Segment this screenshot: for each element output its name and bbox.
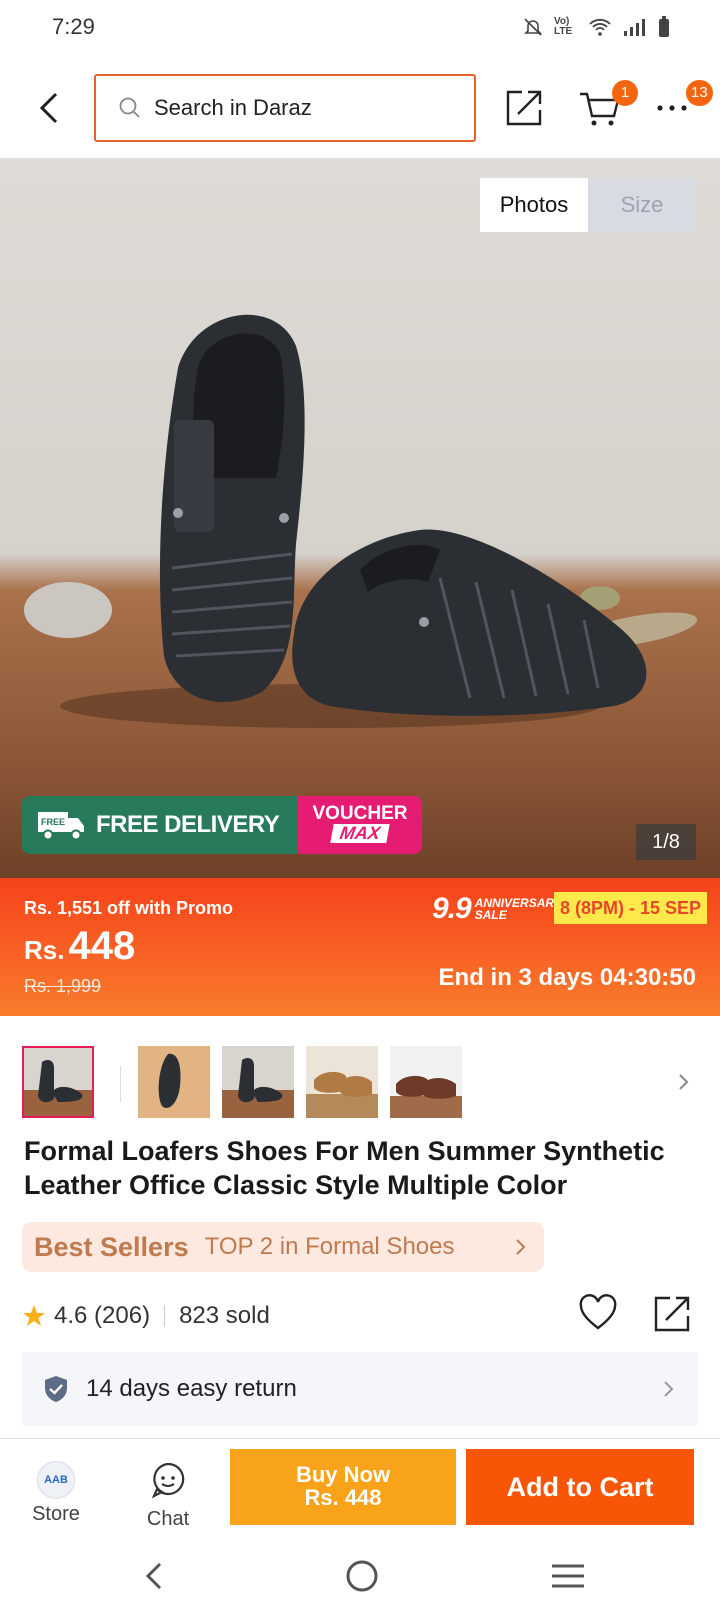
- tab-size[interactable]: Size: [588, 178, 696, 232]
- free-delivery-label: FREE DELIVERY: [96, 811, 280, 838]
- thumbnail-4[interactable]: [306, 1046, 378, 1118]
- rating-value[interactable]: 4.6 (206): [54, 1302, 150, 1330]
- thumbnail-5[interactable]: [390, 1046, 462, 1118]
- thumbnail-image: [390, 1046, 462, 1118]
- easy-return-label: 14 days easy return: [86, 1375, 297, 1402]
- anniversary-sale-logo: 9.9 ANNIVERSARY SALE: [432, 892, 562, 926]
- chat-button[interactable]: Chat: [136, 1461, 200, 1531]
- free-delivery-banner: FREE FREE DELIVERY: [22, 796, 298, 854]
- thumbnail-image: [222, 1046, 294, 1118]
- product-photo: [24, 314, 698, 728]
- thumbnail-1[interactable]: [22, 1046, 94, 1118]
- add-to-cart-button[interactable]: Add to Cart: [466, 1449, 694, 1525]
- store-button[interactable]: AAB Store: [24, 1461, 88, 1526]
- sale-dates: 8 (8PM) - 15 SEP: [554, 892, 708, 924]
- sale-number: 9.9: [432, 892, 472, 925]
- image-counter: 1/8: [636, 824, 696, 860]
- price-promo-banner: Rs. 1,551 off with Promo Rs. 448 Rs. 1,99…: [0, 878, 720, 1016]
- sale-subtitle-line2: SALE: [474, 908, 507, 922]
- thumbnail-image: [138, 1046, 210, 1118]
- current-price: Rs. 448: [24, 924, 135, 969]
- tab-photos[interactable]: Photos: [480, 178, 588, 232]
- voucher-max-badge: VOUCHER MAX: [298, 796, 422, 854]
- product-title: Formal Loafers Shoes For Men Summer Synt…: [24, 1136, 665, 1200]
- network-label: Vo) LTE: [554, 16, 573, 37]
- chat-icon: [151, 1462, 185, 1499]
- buy-now-price: Rs. 448: [304, 1485, 382, 1510]
- best-sellers-label: Best Sellers: [34, 1231, 189, 1262]
- search-icon: [119, 97, 140, 118]
- chevron-right-icon[interactable]: [674, 1070, 694, 1094]
- wifi-icon: [589, 18, 611, 36]
- system-navigation-bar: [0, 1546, 720, 1612]
- price-currency: Rs.: [24, 935, 65, 965]
- status-bar: 7:29 Vo) LTE: [0, 0, 720, 58]
- easy-return-row[interactable]: 14 days easy return: [22, 1352, 698, 1426]
- bottom-action-bar: AAB Store Chat Buy Now Rs. 448 Add to Ca…: [0, 1438, 720, 1546]
- buy-now-label: Buy Now: [295, 1462, 391, 1487]
- shield-check-icon: [45, 1376, 67, 1402]
- product-image-gallery[interactable]: Photos Size FREE FREE DELIVERY VOUCHER M…: [0, 158, 720, 878]
- nav-back-icon[interactable]: [142, 1558, 166, 1594]
- price-amount: 448: [68, 924, 136, 968]
- countdown-timer: End in 3 days 04:30:50: [438, 964, 696, 991]
- search-input[interactable]: Search in Daraz: [94, 74, 476, 142]
- star-icon: [23, 1305, 45, 1326]
- share-icon[interactable]: [504, 88, 544, 128]
- mute-icon: [524, 18, 542, 36]
- original-price: Rs. 1,999: [24, 976, 102, 996]
- nav-home-icon[interactable]: [344, 1558, 380, 1594]
- thumbnail-image: [24, 1048, 92, 1116]
- best-sellers-badge[interactable]: Best Sellers TOP 2 in Formal Shoes: [22, 1222, 544, 1272]
- promo-discount-text: Rs. 1,551 off with Promo: [24, 898, 234, 918]
- store-label: Store: [32, 1503, 80, 1525]
- app-header: Search in Daraz 1 13: [0, 58, 720, 158]
- nav-recents-icon[interactable]: [548, 1560, 588, 1592]
- back-icon[interactable]: [30, 86, 70, 130]
- heart-icon[interactable]: [578, 1294, 618, 1334]
- thumbnail-image: [306, 1046, 378, 1118]
- delivery-truck-icon: FREE: [38, 812, 84, 841]
- buy-now-button[interactable]: Buy Now Rs. 448: [230, 1449, 456, 1525]
- variant-thumbnails: [0, 1016, 720, 1118]
- share-icon[interactable]: [652, 1294, 692, 1334]
- signal-icon: [624, 19, 645, 36]
- voucher-max-label: MAX: [330, 823, 390, 843]
- notification-count-badge: 13: [686, 80, 713, 106]
- status-icons: Vo) LTE: [522, 16, 670, 38]
- media-tabs: Photos Size: [480, 178, 696, 232]
- sale-subtitle: ANNIVERSARY SALE: [475, 897, 562, 921]
- best-sellers-rank: TOP 2 in Formal Shoes: [204, 1233, 455, 1260]
- chevron-right-icon: [664, 1381, 674, 1397]
- status-time: 7:29: [52, 14, 95, 39]
- store-logo: AAB: [37, 1461, 75, 1499]
- chevron-right-icon: [516, 1239, 526, 1255]
- thumbnail-2[interactable]: [138, 1046, 210, 1118]
- rating-divider: [164, 1305, 166, 1327]
- search-placeholder: Search in Daraz: [154, 95, 312, 120]
- sold-count: 823 sold: [179, 1302, 270, 1329]
- cart-count-badge: 1: [612, 80, 638, 106]
- thumbnail-3[interactable]: [222, 1046, 294, 1118]
- voucher-label: VOUCHER: [312, 803, 408, 824]
- thumbnail-divider: [120, 1066, 121, 1102]
- chat-label: Chat: [146, 1508, 190, 1530]
- battery-icon: [659, 16, 669, 37]
- free-small-label: FREE: [41, 817, 65, 827]
